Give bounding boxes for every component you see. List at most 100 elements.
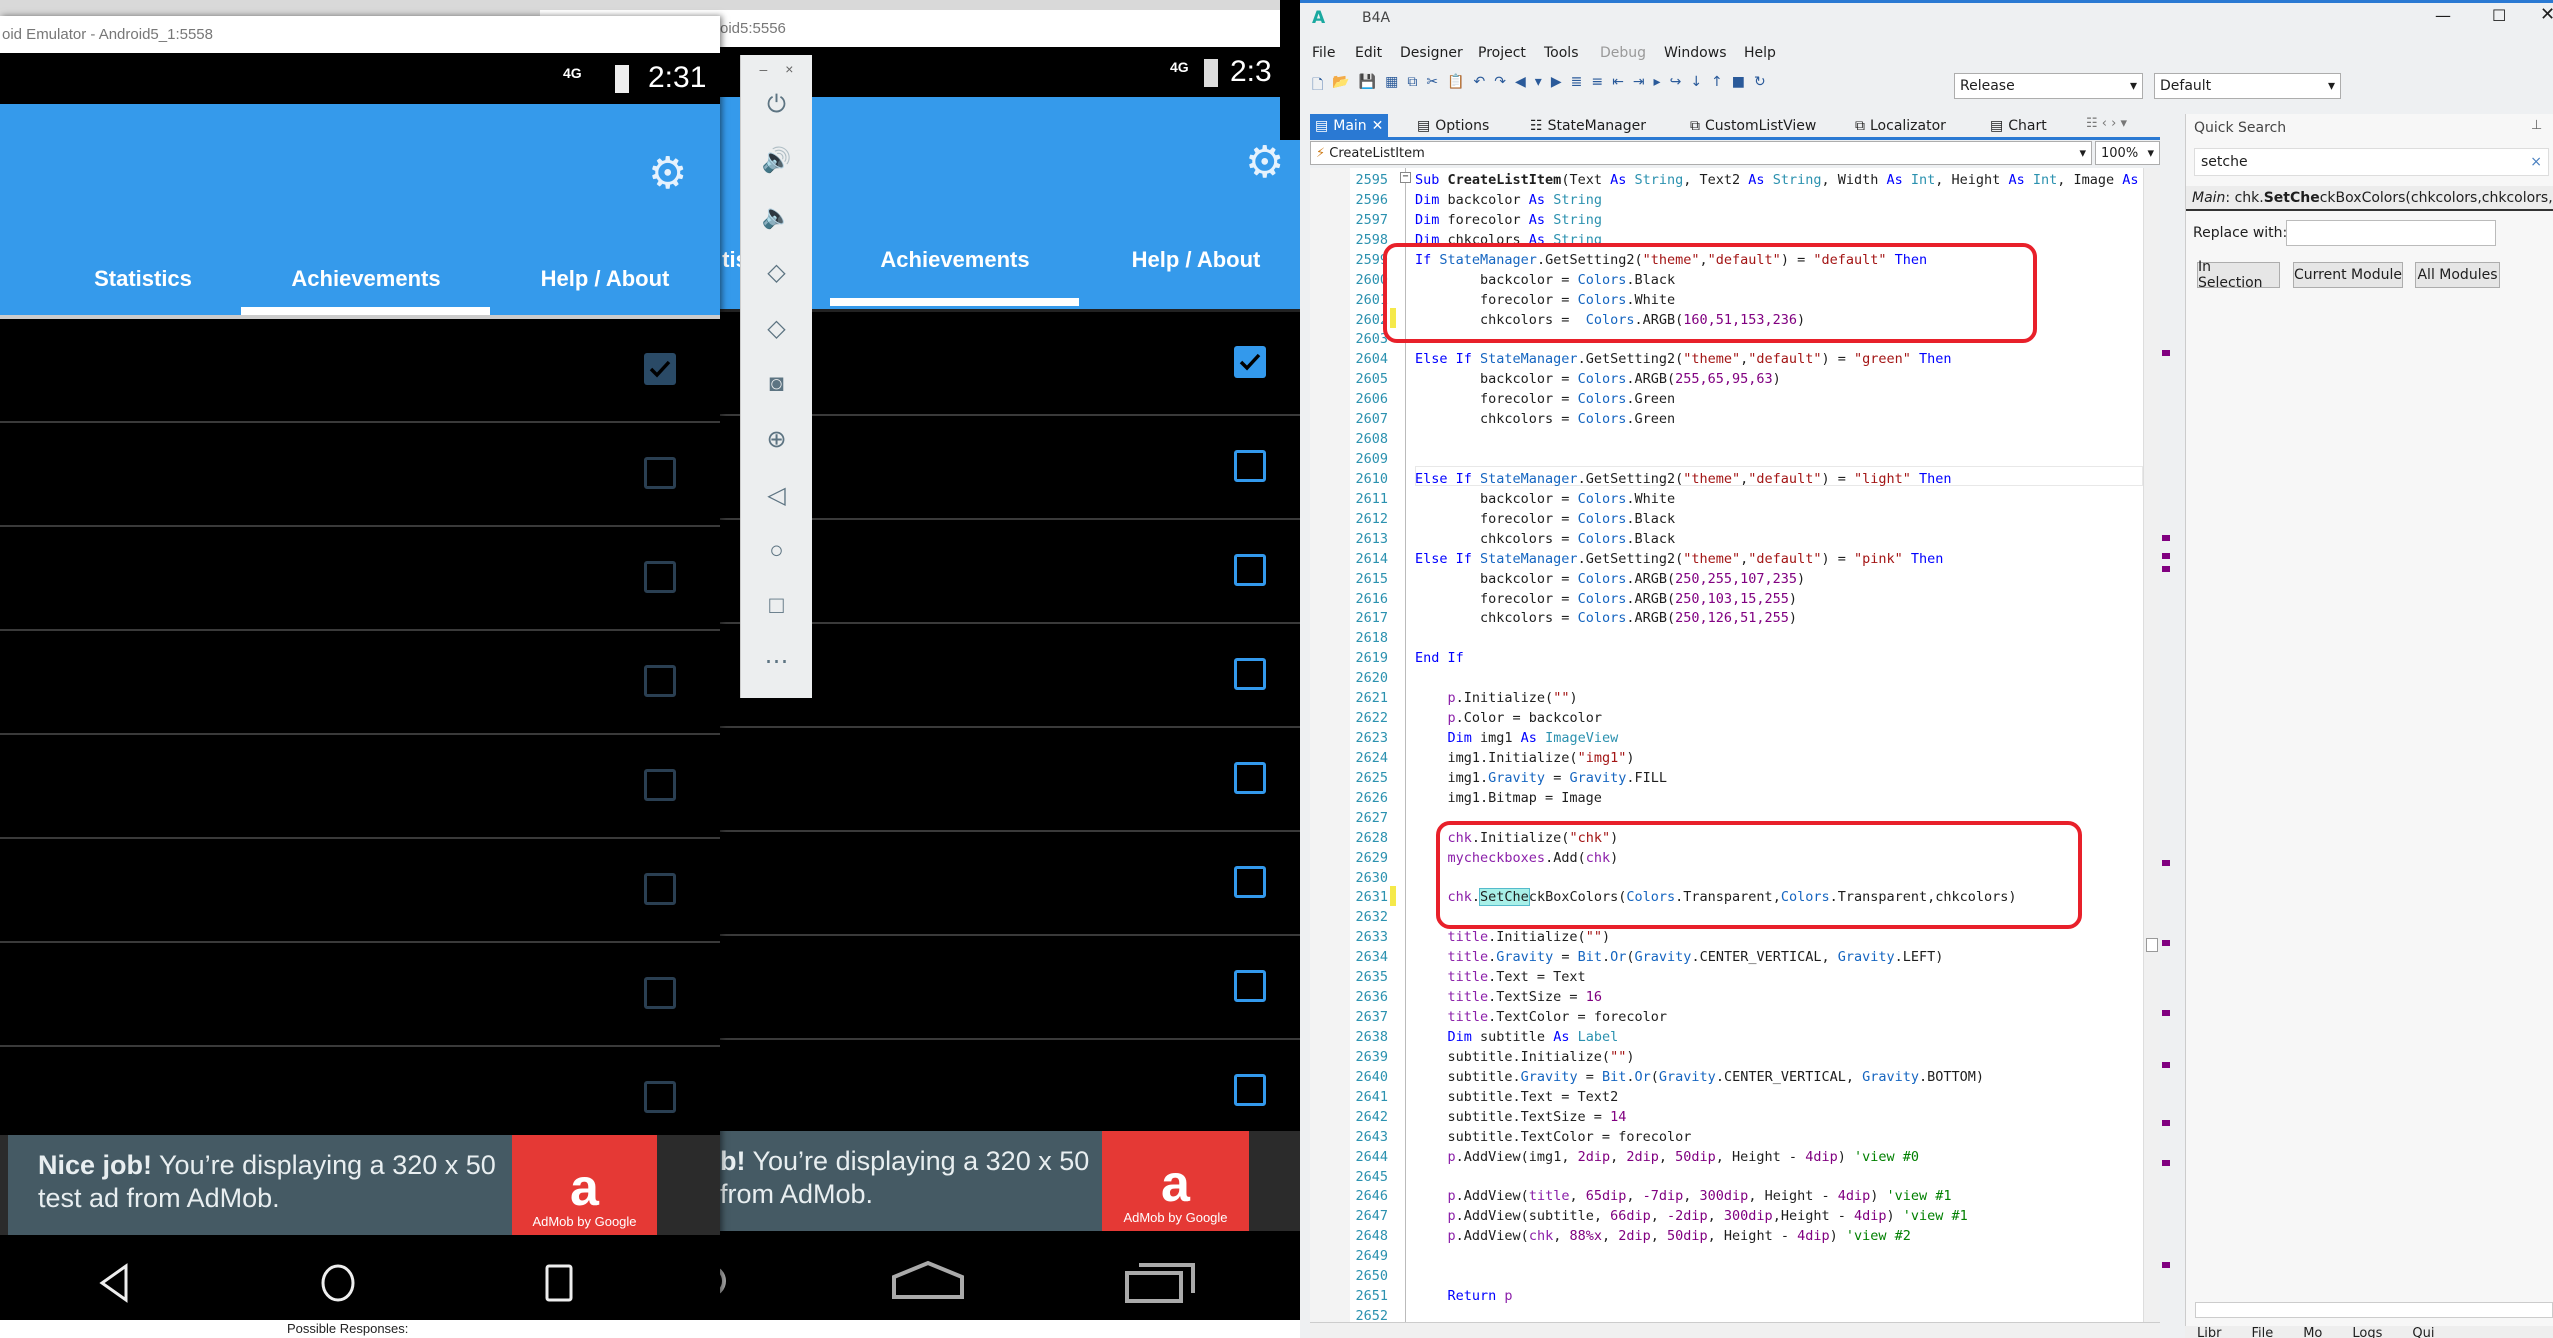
code-line[interactable]: 2635 title.Text = Text <box>1310 967 2050 987</box>
checkbox[interactable] <box>644 665 676 697</box>
code-line[interactable]: 2622 p.Color = backcolor <box>1310 708 2050 728</box>
code-line[interactable]: 2646 p.AddView(title, 65dip, -7dip, 300d… <box>1310 1186 2050 1206</box>
list-item[interactable] <box>0 423 720 527</box>
code-line[interactable]: 2642 subtitle.TextSize = 14 <box>1310 1107 2050 1127</box>
menu-debug[interactable]: Debug <box>1600 45 1646 61</box>
tab-statemanager[interactable]: ☷ StateManager <box>1525 114 1651 138</box>
emulator-left-titlebar[interactable]: oid Emulator - Android5_1:5558 <box>0 16 720 53</box>
search-input[interactable]: setche × <box>2194 148 2549 176</box>
code-line[interactable]: 2597 Dim forecolor As String <box>1310 210 2050 230</box>
checkbox[interactable] <box>644 769 676 801</box>
indent-icon[interactable]: ⇥ <box>1633 74 1645 98</box>
code-line[interactable]: 2618 <box>1310 628 2050 648</box>
list-item[interactable] <box>0 631 720 735</box>
run-icon[interactable]: ▸ <box>1654 74 1661 98</box>
menu-project[interactable]: Project <box>1478 45 1526 61</box>
gear-icon[interactable]: ⚙ <box>1245 137 1284 188</box>
tab-quick-search[interactable]: Qui <box>2412 1326 2434 1338</box>
code-line[interactable]: 2634 title.Gravity = Bit.Or(Gravity.CENT… <box>1310 947 2050 967</box>
clear-icon[interactable]: × <box>2530 154 2542 170</box>
checkbox[interactable] <box>1234 1074 1266 1106</box>
rotate-left-icon[interactable]: ◇ <box>741 258 812 287</box>
code-line[interactable]: 2639 subtitle.Initialize("") <box>1310 1047 2050 1067</box>
code-line[interactable]: 2652 <box>1310 1306 2050 1322</box>
code-line[interactable]: 2648 p.AddView(chk, 88%x, 2dip, 50dip, H… <box>1310 1226 2050 1246</box>
code-line[interactable]: 2641 subtitle.Text = Text2 <box>1310 1087 2050 1107</box>
code-line[interactable]: 2623 Dim img1 As ImageView <box>1310 728 2050 748</box>
recents-icon[interactable] <box>544 1263 574 1303</box>
new-icon[interactable]: 🗋 <box>1312 74 1323 98</box>
code-line[interactable]: 2608 <box>1310 429 2050 449</box>
code-line[interactable]: 2638 Dim subtitle As Label <box>1310 1027 2050 1047</box>
redo-icon[interactable]: ↷ <box>1494 74 1506 98</box>
camera-icon[interactable]: ◙ <box>741 370 812 398</box>
tab-help-about[interactable]: Help / About <box>541 266 670 292</box>
overview-icon[interactable]: □ <box>741 592 812 620</box>
checkbox[interactable] <box>644 873 676 905</box>
code-line[interactable]: 2624 img1.Initialize("img1") <box>1310 748 2050 768</box>
code-line[interactable]: 2606 forecolor = Colors.Green <box>1310 389 2050 409</box>
close-button[interactable]: ✕ <box>2540 4 2553 25</box>
save-icon[interactable]: 💾 <box>1359 74 1376 98</box>
volume-down-icon[interactable]: 🔈 <box>741 202 812 231</box>
tab-chart[interactable]: ▤ Chart <box>1985 114 2052 138</box>
checkbox[interactable] <box>644 457 676 489</box>
home-icon[interactable] <box>890 1259 966 1301</box>
code-line[interactable]: 2617 chkcolors = Colors.ARGB(250,126,51,… <box>1310 608 2050 628</box>
replace-input[interactable] <box>2286 220 2496 246</box>
checkbox[interactable] <box>644 977 676 1009</box>
stop-icon[interactable]: ■ <box>1732 74 1745 98</box>
code-line[interactable]: 2612 forecolor = Colors.Black <box>1310 509 2050 529</box>
menu-edit[interactable]: Edit <box>1355 45 1382 61</box>
checkbox[interactable] <box>1234 762 1266 794</box>
back-icon[interactable]: ◁ <box>741 481 812 510</box>
more-icon[interactable]: ⋯ <box>741 647 812 676</box>
tab-customlistview[interactable]: ⧉ CustomListView <box>1685 114 1821 138</box>
list-item[interactable] <box>0 735 720 839</box>
all-modules-button[interactable]: All Modules <box>2415 262 2500 288</box>
rotate-right-icon[interactable]: ◇ <box>741 314 812 343</box>
minimize-button[interactable]: — <box>2435 6 2451 25</box>
checkbox-checked[interactable] <box>1234 346 1266 378</box>
gear-icon[interactable]: ⚙ <box>648 148 687 199</box>
list-item[interactable] <box>0 839 720 943</box>
close-tab-icon[interactable]: ✕ <box>1372 118 1384 134</box>
minimize-icon[interactable]: – <box>760 61 768 77</box>
step-into-icon[interactable]: ↓ <box>1690 74 1702 98</box>
back-icon[interactable] <box>98 1263 130 1303</box>
code-line[interactable]: 2620 <box>1310 668 2050 688</box>
tab-achievements[interactable]: Achievements <box>880 247 1029 273</box>
sub-select[interactable]: ⚡ CreateListItem ▾ <box>1310 141 2092 165</box>
in-selection-button[interactable]: In Selection <box>2197 259 2280 291</box>
open-icon[interactable]: 📂 <box>1332 74 1349 98</box>
checkbox[interactable] <box>1234 866 1266 898</box>
tab-help-about[interactable]: Help / About <box>1132 247 1261 273</box>
search-result[interactable]: Main: chk.SetCheckBoxColors(chkcolors,ch… <box>2186 186 2553 211</box>
save-all-icon[interactable]: ▦ <box>1385 74 1398 98</box>
code-line[interactable]: 2613 chkcolors = Colors.Black <box>1310 529 2050 549</box>
code-line[interactable]: 2647 p.AddView(subtitle, 66dip, -2dip, 3… <box>1310 1206 2050 1226</box>
code-line[interactable]: 2645 <box>1310 1167 2050 1187</box>
list-item[interactable] <box>0 319 720 423</box>
tab-localizator[interactable]: ⧉ Localizator <box>1850 114 1951 138</box>
code-line[interactable]: 2633 title.Initialize("") <box>1310 927 2050 947</box>
code-line[interactable]: 2595 Sub CreateListItem(Text As String, T… <box>1310 170 2138 190</box>
zoom-select[interactable]: 100% ▾ <box>2095 141 2160 165</box>
list-item[interactable] <box>0 527 720 631</box>
horizontal-scrollbar[interactable] <box>1310 1322 2160 1338</box>
checkbox[interactable] <box>1234 450 1266 482</box>
code-line[interactable]: 2626 img1.Bitmap = Image <box>1310 788 2050 808</box>
recents-icon[interactable] <box>1125 1259 1197 1303</box>
checkbox[interactable] <box>1234 658 1266 690</box>
vertical-scrollbar[interactable] <box>2143 168 2160 1322</box>
code-line[interactable]: 2609 <box>1310 449 2050 469</box>
home-icon[interactable] <box>320 1263 356 1303</box>
tab-main[interactable]: ▤ Main ✕ <box>1310 114 1389 138</box>
code-line[interactable]: 2611 backcolor = Colors.White <box>1310 489 2050 509</box>
comment-icon[interactable]: ≣ <box>1571 74 1583 98</box>
code-line[interactable]: 2605 backcolor = Colors.ARGB(255,65,95,6… <box>1310 369 2050 389</box>
build-config-select[interactable]: Release ▾ <box>1954 73 2143 99</box>
code-line[interactable]: 2636 title.TextSize = 16 <box>1310 987 2050 1007</box>
paste-icon[interactable]: 📋 <box>1447 74 1464 98</box>
code-line[interactable]: 2651 Return p <box>1310 1286 2050 1306</box>
